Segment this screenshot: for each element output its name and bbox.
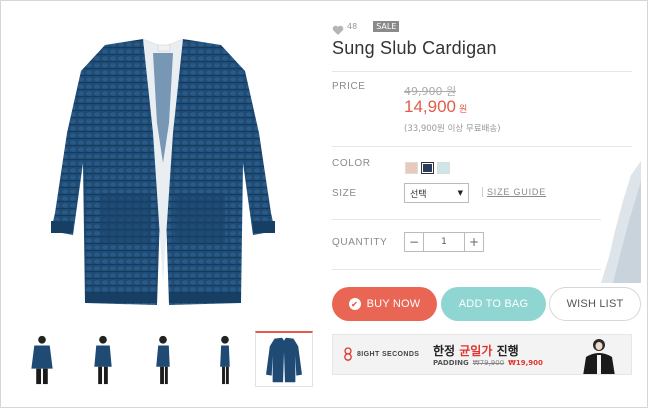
side-decorative-image [601, 161, 641, 283]
quantity-increase-button[interactable]: + [464, 232, 484, 252]
promo-banner[interactable]: 8IGHT SECONDS 한정 균일가 진행 PADDING ₩79,900 ₩1… [332, 334, 632, 375]
divider [332, 71, 632, 72]
wish-list-button[interactable]: WISH LIST [549, 287, 641, 321]
banner-model-image [569, 335, 629, 374]
banner-headline: 한정 균일가 진행 [433, 342, 519, 359]
check-icon: ✔ [348, 298, 361, 310]
quantity-label: QUANTITY [332, 237, 388, 248]
add-to-bag-label: ADD TO BAG [458, 298, 529, 310]
color-swatch-mint[interactable] [437, 162, 450, 174]
like-count: 48 [347, 21, 358, 31]
wish-list-label: WISH LIST [566, 298, 624, 310]
shipping-note: (33,900원 이상 무료배송) [404, 124, 501, 134]
banner-headline-pre: 한정 [433, 344, 460, 358]
add-to-bag-button[interactable]: ADD TO BAG [441, 287, 546, 321]
product-detail-panel: 48 SALE Sung Slub Cardigan PRICE 49,900 … [0, 0, 648, 408]
buy-now-button[interactable]: ✔ BUY NOW [332, 287, 437, 321]
buy-now-label: BUY NOW [366, 298, 421, 310]
size-guide-link[interactable]: SIZE GUIDE [482, 187, 546, 197]
banner-sub-new-price: ₩19,900 [508, 359, 543, 367]
thumbnail-strip [13, 331, 313, 387]
size-label: SIZE [332, 188, 357, 199]
brand-logo-icon [344, 347, 352, 361]
divider [332, 269, 632, 270]
thumbnail-2[interactable] [74, 331, 132, 387]
divider [332, 219, 632, 220]
banner-sub-label: PADDING [433, 359, 469, 367]
product-title: Sung Slub Cardigan [332, 38, 497, 58]
sale-price: 14,900 원 [404, 97, 467, 117]
brand-name: 8IGHT SECONDS [357, 350, 420, 358]
quantity-value[interactable]: 1 [424, 232, 464, 252]
thumbnail-5-active[interactable] [255, 331, 313, 387]
quantity-decrease-button[interactable]: − [404, 232, 424, 252]
banner-subline: PADDING ₩79,900 ₩19,900 [433, 359, 543, 367]
divider [332, 146, 632, 147]
chevron-down-icon: ▼ [457, 189, 463, 197]
sale-badge: SALE [373, 20, 400, 32]
banner-headline-highlight: 균일가 [459, 344, 493, 358]
thumbnail-1[interactable] [13, 331, 71, 387]
color-swatch-navy[interactable] [421, 162, 434, 174]
banner-sub-old-price: ₩79,900 [472, 359, 505, 367]
color-label: COLOR [332, 158, 371, 169]
quantity-stepper: − 1 + [404, 232, 484, 252]
size-select-value: 선택 [410, 189, 427, 200]
color-swatch-pink[interactable] [405, 162, 418, 174]
sale-price-currency: 원 [459, 104, 468, 114]
thumbnail-3[interactable] [134, 331, 192, 387]
size-select[interactable]: 선택 ▼ [404, 183, 469, 203]
sale-price-value: 14,900 [404, 97, 456, 116]
heart-icon[interactable] [332, 21, 344, 35]
color-swatches [405, 162, 450, 174]
price-label: PRICE [332, 81, 366, 92]
brand-logo: 8IGHT SECONDS [341, 347, 419, 361]
meta-row: 48 SALE [332, 19, 632, 35]
thumbnail-4[interactable] [195, 331, 253, 387]
banner-headline-post: 진행 [492, 344, 519, 358]
main-product-image [13, 13, 313, 323]
product-header: 48 SALE Sung Slub Cardigan [332, 19, 632, 59]
